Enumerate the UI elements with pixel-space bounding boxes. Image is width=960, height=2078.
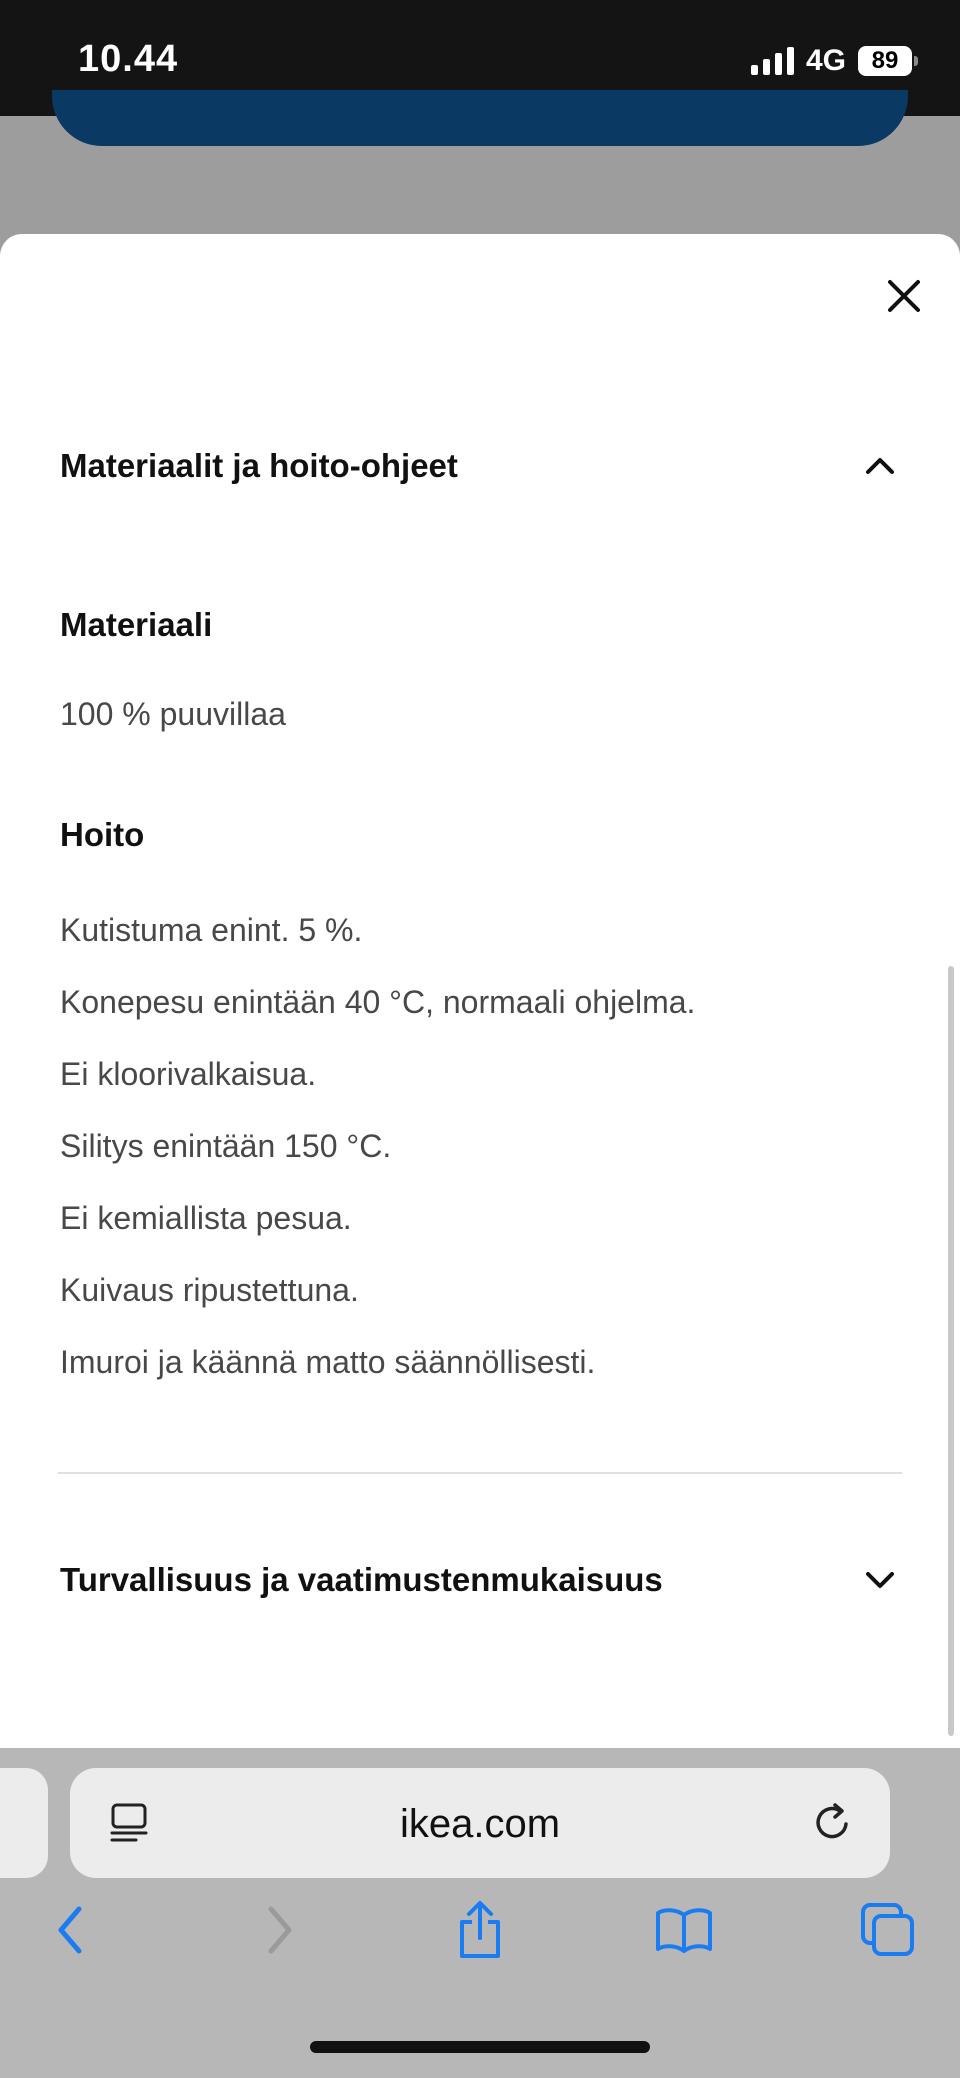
care-item: Silitys enintään 150 °C. bbox=[60, 1128, 392, 1164]
care-item: Imuroi ja käännä matto säännöllisesti. bbox=[60, 1344, 596, 1380]
close-icon bbox=[888, 280, 920, 312]
book-icon bbox=[656, 1908, 712, 1953]
background-page-button bbox=[52, 90, 908, 146]
section-materials-care-title: Materiaalit ja hoito-ohjeet bbox=[60, 447, 458, 484]
url-text: ikea.com bbox=[399, 1802, 561, 1846]
share-button[interactable] bbox=[448, 1898, 512, 1962]
bookmarks-button[interactable] bbox=[652, 1898, 716, 1962]
care-item: Konepesu enintään 40 °C, normaali ohjelm… bbox=[60, 984, 696, 1020]
details-sheet: Materiaalit ja hoito-ohjeet Materiaali 1… bbox=[0, 234, 960, 1748]
browser-toolbar bbox=[0, 1898, 960, 1978]
status-indicators: 4G 89 bbox=[750, 44, 918, 78]
section-divider bbox=[58, 1472, 902, 1474]
close-button[interactable] bbox=[872, 264, 936, 328]
back-button[interactable] bbox=[38, 1898, 102, 1962]
care-instructions-list: Kutistuma enint. 5 %. Konepesu enintään … bbox=[60, 894, 695, 1398]
battery-icon: 89 bbox=[858, 46, 918, 76]
care-heading: Hoito bbox=[60, 816, 145, 853]
sheet-scrollbar[interactable] bbox=[948, 966, 954, 1736]
address-bar[interactable]: ikea.com bbox=[70, 1768, 890, 1878]
status-time: 10.44 bbox=[78, 38, 179, 80]
material-heading: Materiaali bbox=[60, 606, 213, 643]
care-item: Ei kloorivalkaisua. bbox=[60, 1056, 317, 1092]
forward-button[interactable] bbox=[248, 1898, 312, 1962]
section-safety-title: Turvallisuus ja vaatimustenmukaisuus bbox=[60, 1561, 663, 1598]
browser-bar: ikea.com bbox=[0, 1748, 960, 2078]
home-indicator bbox=[310, 2041, 650, 2053]
previous-tab-preview[interactable] bbox=[0, 1768, 48, 1878]
care-item: Kuivaus ripustettuna. bbox=[60, 1272, 359, 1308]
chevron-up-icon bbox=[860, 446, 900, 486]
material-value: 100 % puuvillaa bbox=[60, 696, 286, 732]
chevron-right-icon bbox=[268, 1906, 292, 1954]
care-item: Kutistuma enint. 5 %. bbox=[60, 912, 363, 948]
section-safety-header[interactable]: Turvallisuus ja vaatimustenmukaisuus bbox=[60, 1560, 900, 1600]
signal-strength-icon bbox=[750, 47, 794, 75]
reload-icon[interactable] bbox=[810, 1800, 856, 1846]
care-item: Ei kemiallista pesua. bbox=[60, 1200, 352, 1236]
chevron-down-icon bbox=[860, 1560, 900, 1600]
tabs-icon bbox=[861, 1903, 914, 1956]
section-materials-care-header[interactable]: Materiaalit ja hoito-ohjeet bbox=[60, 446, 900, 486]
tabs-button[interactable] bbox=[856, 1898, 920, 1962]
network-type: 4G bbox=[805, 44, 846, 77]
share-icon bbox=[460, 1901, 500, 1958]
chevron-left-icon bbox=[58, 1906, 82, 1954]
